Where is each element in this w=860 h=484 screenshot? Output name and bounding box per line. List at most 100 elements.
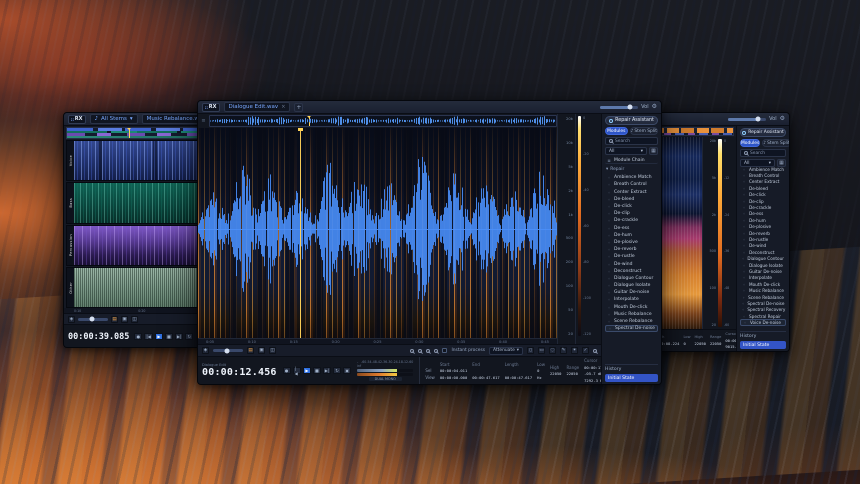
module-item[interactable]: ◦ De-plosive bbox=[740, 224, 786, 230]
history-item-initial-state[interactable]: Initial State bbox=[605, 374, 658, 382]
blend-slider[interactable] bbox=[213, 349, 243, 352]
module-item[interactable]: ◦ De-hum bbox=[605, 232, 658, 239]
link-icon[interactable]: ◈ bbox=[68, 316, 75, 323]
module-item[interactable]: ◦ De-wind bbox=[605, 260, 658, 267]
module-item[interactable]: ◦ Ambience Match bbox=[605, 174, 658, 181]
secondary-overview-strip[interactable] bbox=[650, 127, 734, 136]
module-item[interactable]: ◦ De-reverb bbox=[605, 246, 658, 253]
module-search-input[interactable]: Search bbox=[740, 149, 786, 157]
stems-view-dropdown[interactable]: ♪ All Stems ▾ bbox=[90, 114, 138, 124]
module-item[interactable]: ◦ Interpolate bbox=[605, 296, 658, 303]
compare-icon[interactable]: ◫ bbox=[269, 347, 276, 354]
module-item[interactable]: ◦ Scene Rebalance bbox=[605, 318, 658, 325]
volume-slider[interactable] bbox=[728, 118, 766, 121]
find-similar-tool[interactable]: ✓ bbox=[582, 347, 589, 354]
module-item[interactable]: ◦ Spectral De-noise bbox=[605, 325, 658, 332]
module-item[interactable]: ◦ De-ess bbox=[605, 225, 658, 232]
end-button[interactable]: ▶| bbox=[323, 367, 331, 374]
gear-icon[interactable]: ⚙ bbox=[652, 104, 657, 110]
stems-overview-playhead[interactable] bbox=[129, 128, 130, 138]
layers-icon[interactable]: ▣ bbox=[121, 316, 128, 323]
blend-slider[interactable] bbox=[78, 318, 108, 321]
lasso-tool[interactable]: ◌ bbox=[549, 347, 556, 354]
stem-label-tab[interactable]: Bass bbox=[67, 183, 74, 222]
repair-assistant-button[interactable]: Repair Assistant bbox=[740, 128, 786, 137]
module-item[interactable]: ◦ Dialogue Contour bbox=[740, 255, 786, 261]
layers-icon[interactable]: ▣ bbox=[258, 347, 265, 354]
module-item[interactable]: ◦ De-rustle bbox=[605, 253, 658, 260]
time-selection-tool[interactable]: ▯ bbox=[527, 347, 534, 354]
module-item[interactable]: ◦ De-bleed bbox=[740, 185, 786, 191]
module-item[interactable]: ◦ De-plosive bbox=[605, 239, 658, 246]
module-item[interactable]: ◦ De-bleed bbox=[605, 196, 658, 203]
module-search-input[interactable]: Search bbox=[605, 137, 658, 145]
waveform-overview-strip[interactable] bbox=[209, 115, 557, 127]
link-icon[interactable]: ◈ bbox=[202, 347, 209, 354]
module-item[interactable]: ◦ Music Rebalance bbox=[605, 311, 658, 318]
volume-slider[interactable] bbox=[600, 106, 638, 109]
module-item[interactable]: ◦ Music Rebalance bbox=[740, 287, 786, 293]
tab-stem-split[interactable]: ♪Stem Split bbox=[762, 139, 790, 147]
module-item[interactable]: ◦ Mouth De-click bbox=[605, 304, 658, 311]
scrub-button[interactable]: ▣ bbox=[343, 367, 351, 374]
module-item[interactable]: ◦ Breath Control bbox=[740, 172, 786, 178]
module-item[interactable]: ◦ De-click bbox=[740, 192, 786, 198]
module-item[interactable]: ◦ Guitar De-noise bbox=[740, 268, 786, 274]
module-item[interactable]: ◦ De-crackle bbox=[740, 204, 786, 210]
stem-label-tab[interactable]: Voice bbox=[67, 141, 74, 180]
zoom-out-icon[interactable] bbox=[418, 349, 422, 353]
stop-button[interactable]: ■ bbox=[165, 333, 173, 340]
time-freq-selection-tool[interactable]: ▭ bbox=[538, 347, 545, 354]
dialogue-file-tab[interactable]: Dialogue Edit.wav × bbox=[224, 102, 291, 112]
category-dropdown[interactable]: All▾ bbox=[605, 147, 647, 155]
compare-icon[interactable]: ◫ bbox=[131, 316, 138, 323]
process-mode-dropdown[interactable]: Attenuate▾ bbox=[489, 347, 523, 355]
zoom-fit-icon[interactable] bbox=[426, 349, 430, 353]
grid-view-button[interactable]: ▦ bbox=[649, 147, 658, 155]
module-item[interactable]: ◦ Voice De-noise bbox=[740, 319, 786, 325]
new-tab-button[interactable]: + bbox=[294, 103, 303, 112]
magic-wand-tool[interactable]: ✶ bbox=[571, 347, 578, 354]
module-item[interactable]: ◦ Guitar De-noise bbox=[605, 289, 658, 296]
playhead-cursor[interactable] bbox=[300, 128, 301, 338]
overview-grip-icon[interactable]: ≡ bbox=[200, 115, 207, 127]
play-button[interactable]: ▶ bbox=[155, 333, 163, 340]
spectrogram-settings-icon[interactable]: ▤ bbox=[247, 347, 254, 354]
repair-section-header[interactable]: ▾ Repair bbox=[605, 166, 658, 172]
history-item-initial-state[interactable]: Initial State bbox=[740, 341, 786, 349]
loop-button[interactable]: ↻ bbox=[333, 367, 341, 374]
module-item[interactable]: ◦ Dialogue Contour bbox=[605, 275, 658, 282]
zoom-selection-icon[interactable] bbox=[434, 349, 438, 353]
dialogue-spectrogram[interactable] bbox=[198, 128, 557, 338]
module-chain-item[interactable]: ≣ Module Chain bbox=[605, 157, 658, 164]
play-button[interactable]: ▶ bbox=[303, 367, 311, 374]
brush-tool[interactable]: ✎ bbox=[560, 347, 567, 354]
loop-button[interactable]: ↻ bbox=[185, 333, 193, 340]
record-button[interactable]: ● bbox=[134, 333, 142, 340]
stop-button[interactable]: ■ bbox=[313, 367, 321, 374]
module-item[interactable]: ◦ De-clip bbox=[605, 210, 658, 217]
tab-modules[interactable]: Modules bbox=[740, 139, 760, 147]
zoom-in-icon[interactable] bbox=[410, 349, 414, 353]
instant-process-checkbox[interactable] bbox=[442, 348, 447, 353]
stem-label-tab[interactable]: Other bbox=[67, 268, 74, 307]
record-button[interactable]: ● bbox=[283, 367, 291, 374]
module-item[interactable]: ◦ De-crackle bbox=[605, 217, 658, 224]
module-item[interactable]: ◦ Dialogue Isolate bbox=[605, 282, 658, 289]
close-tab-icon[interactable]: × bbox=[281, 104, 285, 110]
repair-assistant-button[interactable]: Repair Assistant bbox=[605, 116, 658, 125]
dialogue-window-titlebar[interactable]: ∷RX Dialogue Edit.wav × + Vol ⚙ bbox=[198, 101, 661, 114]
module-item[interactable]: ◦ De-hum bbox=[740, 217, 786, 223]
module-item[interactable]: ◦ Center Extract bbox=[605, 189, 658, 196]
module-item[interactable]: ◦ De-click bbox=[605, 203, 658, 210]
secondary-window-titlebar[interactable]: Vol ⚙ bbox=[648, 113, 789, 126]
tab-stem-split[interactable]: ♪Stem Split bbox=[630, 127, 658, 135]
tab-modules[interactable]: Modules bbox=[605, 127, 628, 135]
stem-label-tab[interactable]: Percussion bbox=[67, 226, 74, 265]
rtz-button[interactable]: |◀ bbox=[293, 367, 301, 374]
module-item[interactable]: ◦ Deconstruct bbox=[605, 268, 658, 275]
spectrogram-settings-icon[interactable]: ▤ bbox=[111, 316, 118, 323]
module-item[interactable]: ◦ De-rustle bbox=[740, 236, 786, 242]
zoom-slider-icon[interactable] bbox=[593, 349, 597, 353]
module-item[interactable]: ◦ Breath Control bbox=[605, 181, 658, 188]
